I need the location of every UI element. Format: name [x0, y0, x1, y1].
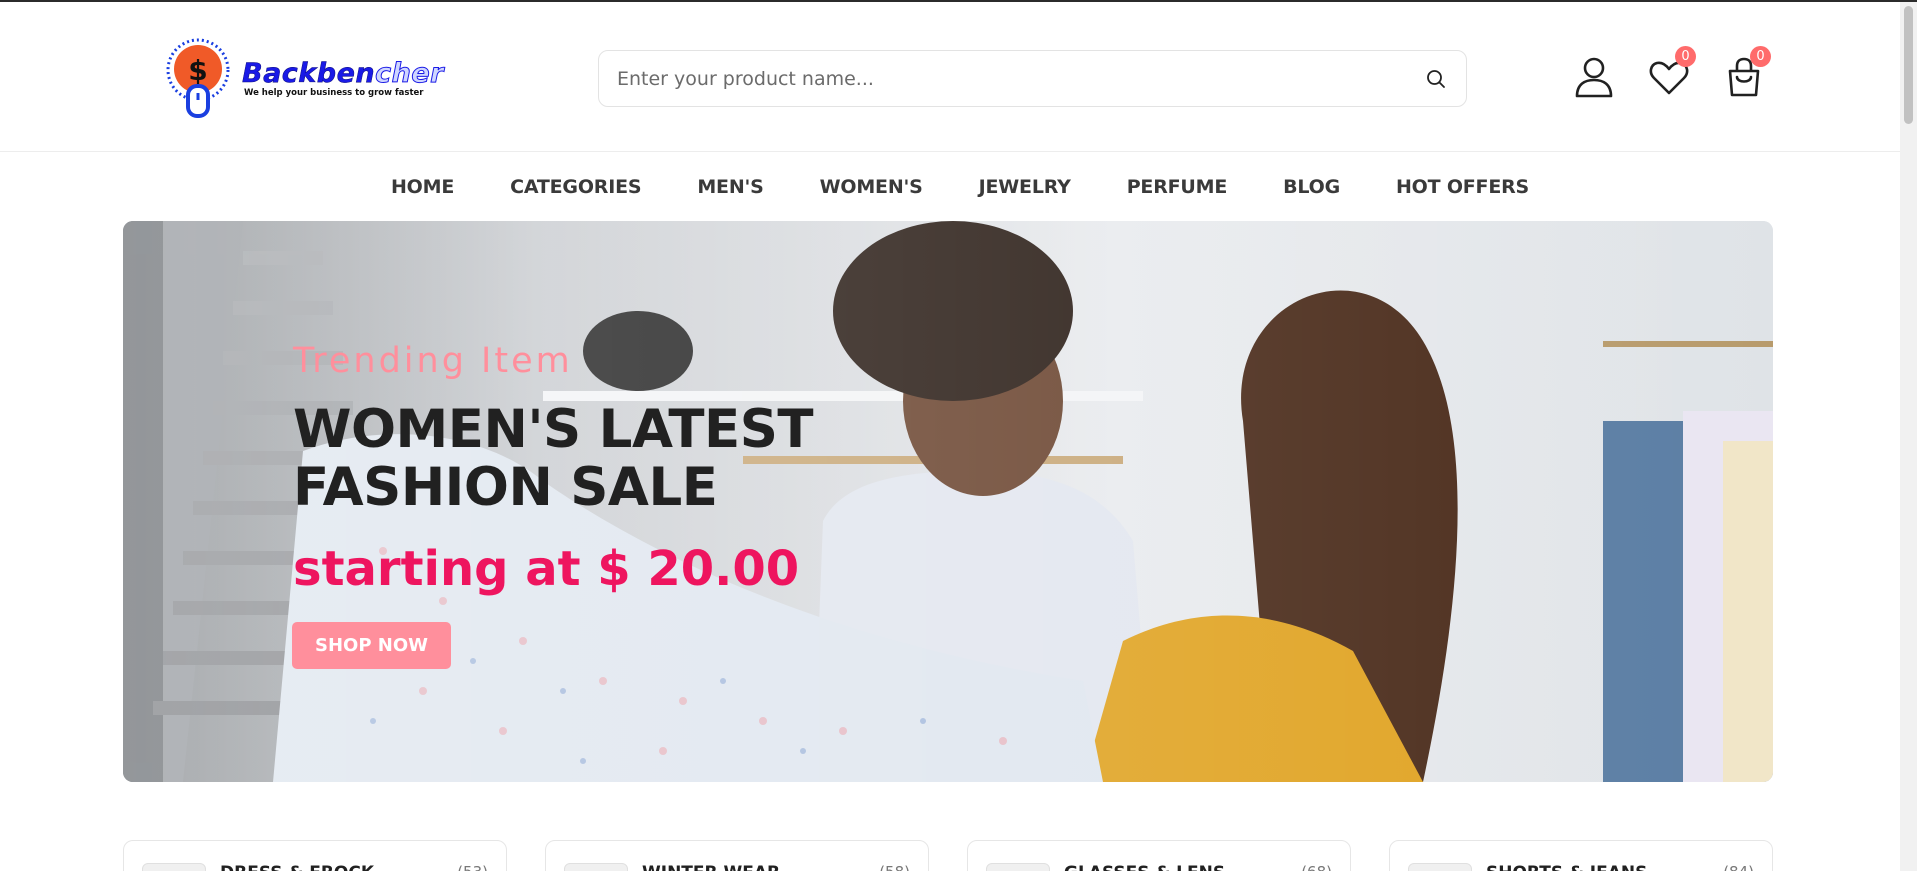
account-button[interactable]	[1573, 56, 1615, 98]
category-card[interactable]: SHORTS & JEANS (84)	[1389, 840, 1773, 871]
category-name: WINTER WEAR	[642, 863, 780, 871]
category-card[interactable]: GLASSES & LENS (68)	[967, 840, 1351, 871]
category-thumbnail	[986, 863, 1050, 871]
scrollbar-thumb[interactable]	[1904, 6, 1913, 124]
hero-price: starting at $ 20.00	[293, 541, 800, 597]
cart-button[interactable]: 0	[1723, 46, 1771, 98]
hero-title: WOMEN'S LATEST FASHION SALE	[293, 399, 814, 518]
category-count: (53)	[457, 863, 488, 871]
nav-item-jewelry[interactable]: JEWELRY	[979, 176, 1071, 198]
category-thumbnail	[142, 863, 206, 871]
nav-item-categories[interactable]: CATEGORIES	[510, 176, 641, 198]
shop-now-button[interactable]: SHOP NOW	[292, 622, 451, 669]
brand-tagline: We help your business to grow faster	[244, 88, 424, 98]
search-input[interactable]	[617, 51, 1397, 106]
category-count: (58)	[879, 863, 910, 871]
cart-count-badge: 0	[1750, 46, 1771, 67]
category-thumbnail	[1408, 863, 1472, 871]
category-count: (84)	[1723, 863, 1754, 871]
category-card[interactable]: WINTER WEAR (58)	[545, 840, 929, 871]
nav-item-womens[interactable]: WOMEN'S	[820, 176, 923, 198]
category-name: GLASSES & LENS	[1064, 863, 1225, 871]
category-card[interactable]: DRESS & FROCK (53)	[123, 840, 507, 871]
nav-item-perfume[interactable]: PERFUME	[1127, 176, 1228, 198]
brand-wordmark: Backbencher	[242, 58, 444, 90]
hero-banner: Trending Item WOMEN'S LATEST FASHION SAL…	[123, 221, 1773, 782]
hero-subtitle: Trending Item	[293, 341, 573, 381]
user-icon	[1575, 57, 1613, 98]
category-name: SHORTS & JEANS	[1486, 863, 1647, 871]
svg-text:$: $	[188, 54, 207, 87]
category-count: (68)	[1301, 863, 1332, 871]
category-name: DRESS & FROCK	[220, 863, 374, 871]
nav-item-hot-offers[interactable]: HOT OFFERS	[1396, 176, 1529, 198]
category-thumbnail	[564, 863, 628, 871]
site-logo[interactable]: $ Backbencher We help your business to g…	[158, 38, 464, 120]
nav-item-blog[interactable]: BLOG	[1283, 176, 1340, 198]
logo-mark-icon: $	[166, 38, 230, 118]
search-icon[interactable]	[1424, 67, 1448, 91]
search-bar	[598, 50, 1467, 107]
nav-item-mens[interactable]: MEN'S	[697, 176, 763, 198]
category-cards: DRESS & FROCK (53) WINTER WEAR (58) GLAS…	[123, 840, 1773, 871]
nav-item-home[interactable]: HOME	[391, 176, 454, 198]
page-scrollbar[interactable]	[1900, 2, 1917, 871]
wishlist-button[interactable]: 0	[1648, 46, 1696, 98]
wishlist-count-badge: 0	[1675, 46, 1696, 67]
site-header: $ Backbencher We help your business to g…	[0, 2, 1900, 152]
main-navigation: HOME CATEGORIES MEN'S WOMEN'S JEWELRY PE…	[0, 153, 1900, 221]
